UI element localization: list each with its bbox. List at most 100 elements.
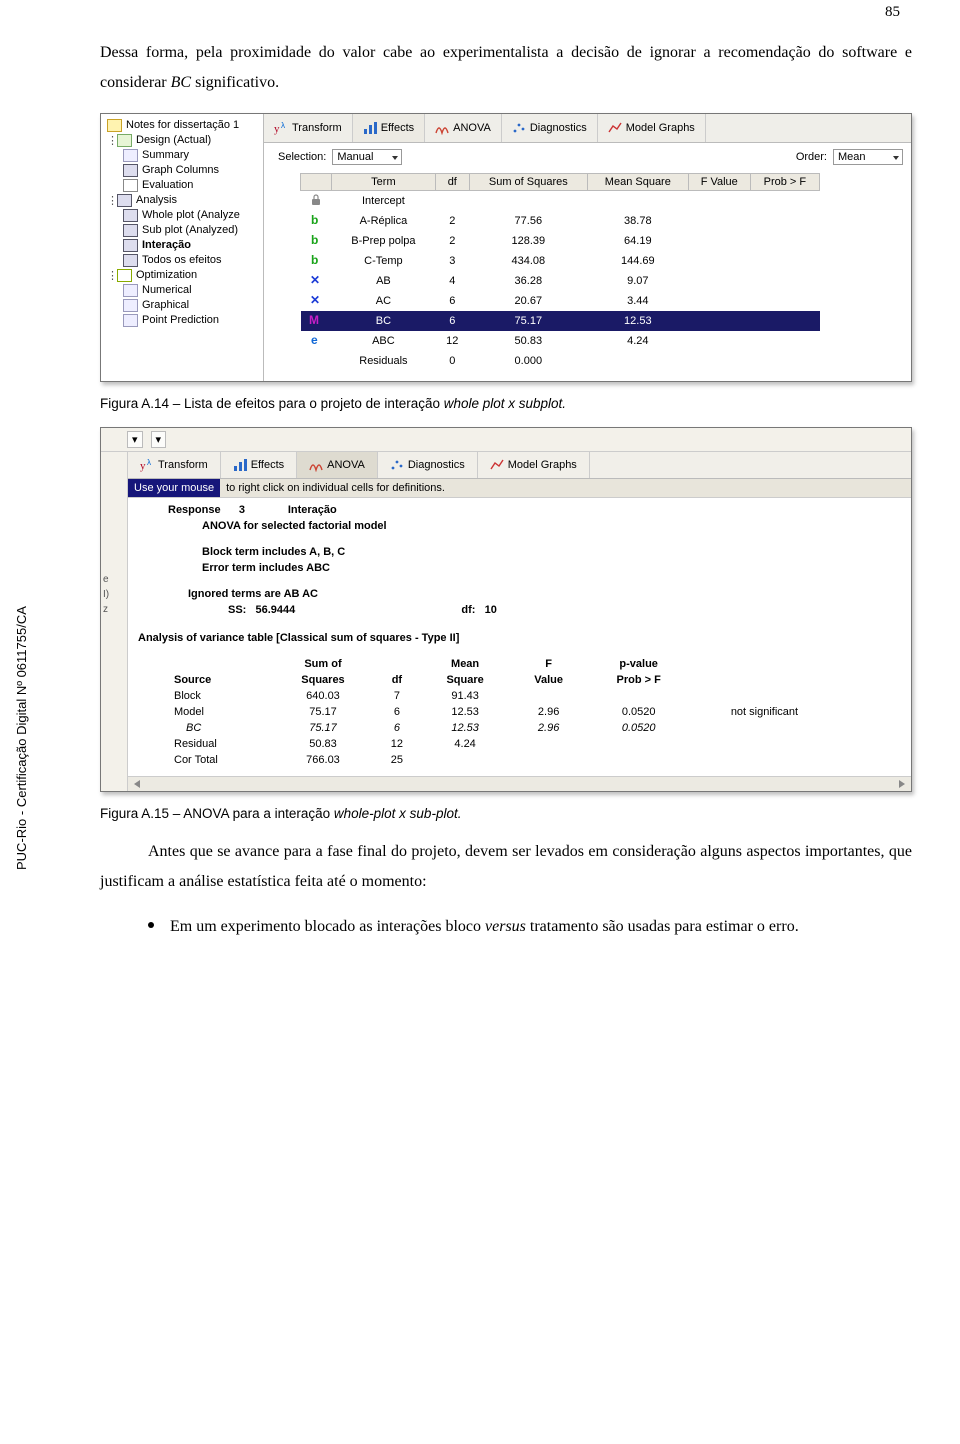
cell-ss: 128.39: [469, 231, 587, 251]
th-source: Source: [168, 672, 272, 688]
svg-text:✕: ✕: [310, 273, 320, 286]
text-italic: versus: [485, 918, 526, 935]
table-row[interactable]: Intercept: [301, 190, 820, 211]
tab-anova[interactable]: ANOVA: [297, 452, 378, 478]
tree-node-todos[interactable]: Todos os efeitos: [101, 253, 263, 268]
cell-ss: 36.28: [469, 271, 587, 291]
tab-effects[interactable]: Effects: [353, 114, 425, 142]
toolbar-dropdown[interactable]: ▾: [151, 431, 167, 448]
th-df: df: [435, 173, 469, 190]
tree-node-graphcols[interactable]: Graph Columns: [101, 163, 263, 178]
tab-diagnostics[interactable]: Diagnostics: [502, 114, 598, 142]
table-row[interactable]: eABC1250.834.24: [301, 331, 820, 351]
table-row[interactable]: ✕AC620.673.44: [301, 291, 820, 311]
table-row[interactable]: MBC675.1712.53: [301, 311, 820, 331]
cell-f: [511, 752, 587, 768]
cell-source: Model: [168, 704, 272, 720]
diagnostics-icon: [390, 458, 404, 472]
tab-diagnostics[interactable]: Diagnostics: [378, 452, 478, 478]
svg-text:M: M: [309, 313, 319, 326]
cell-df: 25: [374, 752, 419, 768]
cell-p: [750, 190, 819, 211]
th-f: F Value: [688, 173, 750, 190]
tab-modelgraphs[interactable]: Model Graphs: [598, 114, 706, 142]
cell-ms: [587, 351, 688, 371]
folder-icon: [107, 119, 122, 132]
tab-anova[interactable]: ANOVA: [425, 114, 502, 142]
table-row: Model75.17612.532.960.0520not significan…: [168, 704, 838, 720]
table-row[interactable]: ✕AB436.289.07: [301, 271, 820, 291]
tree-label: Whole plot (Analyze: [142, 209, 240, 221]
cell-p: [750, 291, 819, 311]
cell-df: 12: [435, 331, 469, 351]
cell-ss: 75.17: [272, 720, 375, 736]
screenshot-effects-list: Notes for dissertação 1 ⋮Design (Actual)…: [100, 113, 912, 382]
svg-text:y: y: [140, 460, 146, 472]
cell-p: [750, 331, 819, 351]
toolbar-dropdown[interactable]: ▾: [127, 431, 143, 448]
paragraph-1: Dessa forma, pela proximidade do valor c…: [100, 38, 912, 99]
svg-text:✕: ✕: [310, 293, 320, 306]
tree-node-point[interactable]: Point Prediction: [101, 313, 263, 328]
cell-term: AB: [332, 271, 436, 291]
selection-dropdown[interactable]: Manual: [332, 149, 402, 165]
table-row[interactable]: bC-Temp3434.08144.69: [301, 251, 820, 271]
order-dropdown[interactable]: Mean: [833, 149, 903, 165]
cell-f: [511, 688, 587, 704]
scrollbar-horizontal[interactable]: [128, 776, 911, 791]
cell-ss: [469, 190, 587, 211]
table-row: Block640.03791.43: [168, 688, 838, 704]
cell-p: [586, 688, 690, 704]
tree-node-num[interactable]: Numerical: [101, 283, 263, 298]
tree-label: Interação: [142, 239, 191, 251]
tree-node-whole[interactable]: Whole plot (Analyze: [101, 208, 263, 223]
selection-row: Selection: Manual Order: Mean: [264, 143, 911, 169]
tab-transform[interactable]: yλ Transform: [128, 452, 221, 478]
tab-effects[interactable]: Effects: [221, 452, 297, 478]
node-icon: [123, 239, 138, 252]
cell-f: 2.96: [511, 720, 587, 736]
table-row: Cor Total766.0325: [168, 752, 838, 768]
hint-bar: Use your mouse to right click on individ…: [128, 479, 911, 498]
tree-node-analysis[interactable]: ⋮Analysis: [101, 193, 263, 208]
cell-ms: 144.69: [587, 251, 688, 271]
tree-node-graph[interactable]: Graphical: [101, 298, 263, 313]
tree-root[interactable]: Notes for dissertação 1: [101, 118, 263, 133]
tree-label: Numerical: [142, 284, 192, 296]
tree-node-evaluation[interactable]: Evaluation: [101, 178, 263, 193]
cell-ms: 12.53: [419, 704, 510, 720]
tab-modelgraphs[interactable]: Model Graphs: [478, 452, 590, 478]
tab-label: Transform: [158, 459, 208, 471]
tree-node-summary[interactable]: Summary: [101, 148, 263, 163]
tree-node-sub[interactable]: Sub plot (Analyzed): [101, 223, 263, 238]
caption-text: Figura A.14 – Lista de efeitos para o pr…: [100, 396, 444, 411]
cell-df: 6: [435, 311, 469, 331]
row-icon: ✕: [301, 291, 332, 311]
tree-label: Summary: [142, 149, 189, 161]
cell-f: [688, 211, 750, 231]
doc-icon: [123, 314, 138, 327]
tree-node-inter[interactable]: Interação: [101, 238, 263, 253]
cell-ms: 4.24: [419, 736, 510, 752]
th-df: df: [374, 672, 419, 688]
cell-f: [688, 190, 750, 211]
cell-f: [511, 736, 587, 752]
table-row[interactable]: bA-Réplica277.5638.78: [301, 211, 820, 231]
bullet-list: Em um experimento blocado as interações …: [148, 912, 912, 942]
svg-text:y: y: [274, 123, 280, 135]
cell-df: 6: [435, 291, 469, 311]
node-icon: [123, 224, 138, 237]
table-row[interactable]: bB-Prep polpa2128.3964.19: [301, 231, 820, 251]
svg-text:e: e: [311, 333, 318, 346]
tab-strip: yλ Transform Effects ANOVA: [264, 114, 911, 143]
tree-node-design[interactable]: ⋮Design (Actual): [101, 133, 263, 148]
cell-ms: 9.07: [587, 271, 688, 291]
th-mean: Mean: [419, 656, 510, 672]
cell-p: [750, 251, 819, 271]
table-row[interactable]: Residuals00.000: [301, 351, 820, 371]
tab-transform[interactable]: yλ Transform: [264, 114, 353, 142]
cell-f: [688, 331, 750, 351]
tree-node-opt[interactable]: ⋮Optimization: [101, 268, 263, 283]
cell-ss: 75.17: [469, 311, 587, 331]
tab-label: Diagnostics: [408, 459, 465, 471]
